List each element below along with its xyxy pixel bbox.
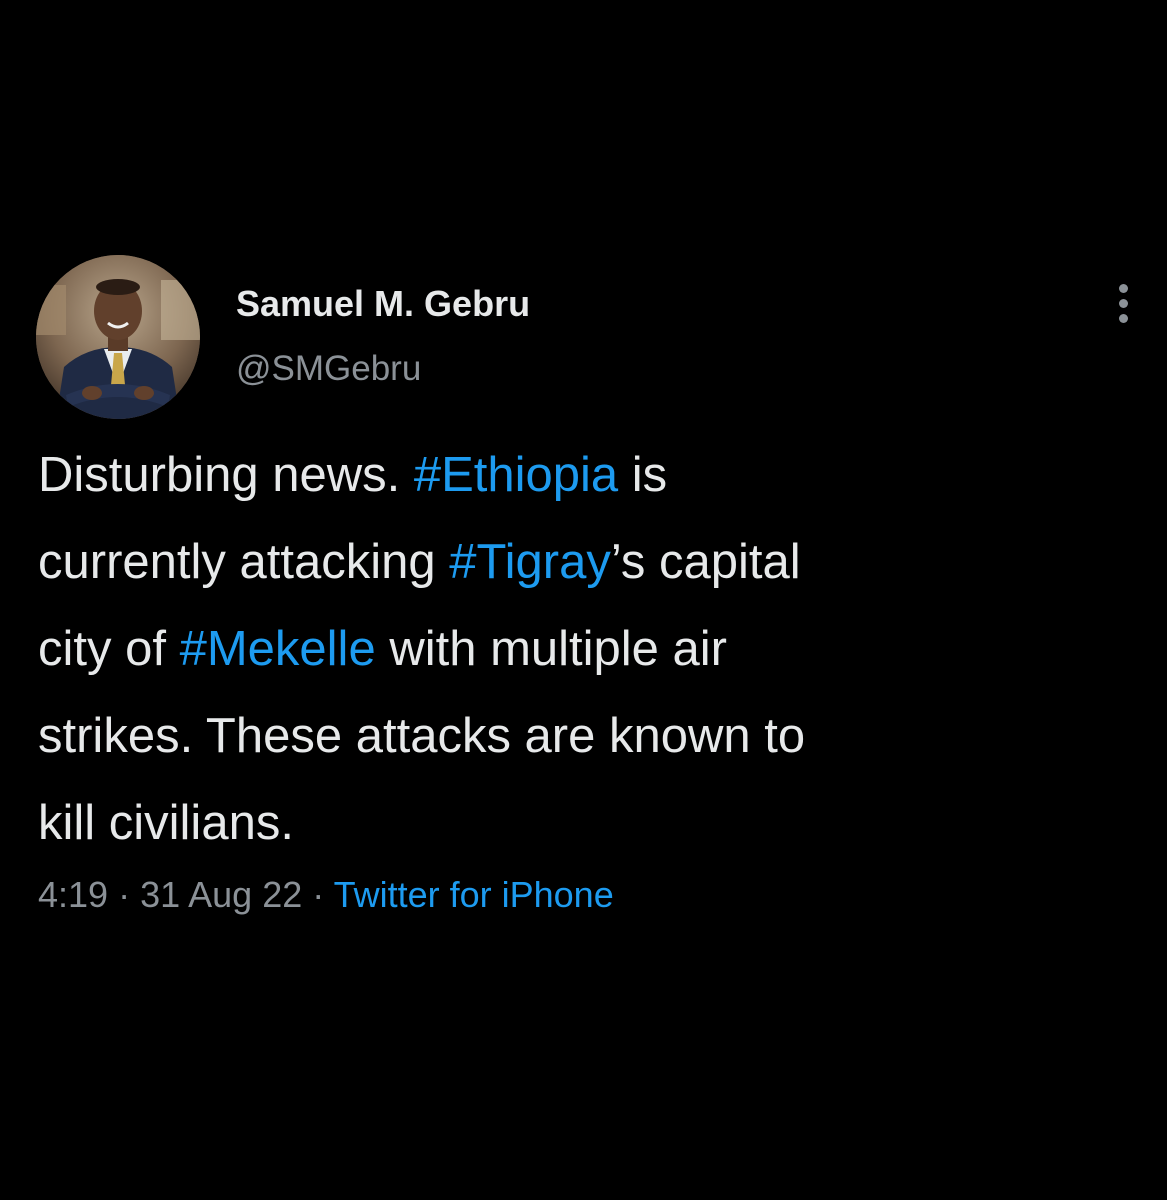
tweet-text-line: Disturbing news. #Ethiopia is [38,432,1138,519]
tweet-meta: 4:19 · 31 Aug 22 · Twitter for iPhone [38,874,614,916]
tweet-date[interactable]: 31 Aug 22 [140,874,302,915]
tweet-text: Disturbing news. #Ethiopia is currently a… [38,432,1138,867]
tweet-text-segment: city of [38,622,180,676]
more-vertical-icon-dot [1119,299,1128,308]
tweet-text-line: kill civilians. [38,780,1138,867]
tweet-text-line: strikes. These attacks are known to [38,693,1138,780]
tweet-text-segment: strikes. These attacks are known to [38,709,806,763]
hashtag-link[interactable]: #Mekelle [180,622,376,676]
tweet-text-segment: with multiple air [375,622,727,676]
more-options-button[interactable] [1108,282,1140,326]
avatar[interactable] [36,255,200,419]
tweet-text-segment: Disturbing news. [38,448,414,502]
tweet-text-segment: is [618,448,668,502]
tweet-text-line: city of #Mekelle with multiple air [38,606,1138,693]
tweet-text-line: currently attacking #Tigray’s capital [38,519,1138,606]
tweet-source-link[interactable]: Twitter for iPhone [334,874,614,915]
tweet-text-segment: ’s capital [610,535,801,589]
display-name[interactable]: Samuel M. Gebru [236,283,530,325]
tweet-card: Samuel M. Gebru @SMGebru Disturbing news… [0,0,1167,1200]
more-vertical-icon [1119,284,1128,293]
meta-separator: · [302,874,334,915]
tweet-time[interactable]: 4:19 [38,874,108,915]
more-vertical-icon-dot [1119,314,1128,323]
tweet-text-segment: currently attacking [38,535,450,589]
user-handle[interactable]: @SMGebru [236,349,421,389]
hashtag-link[interactable]: #Tigray [449,535,611,589]
tweet-text-segment: kill civilians. [38,796,294,850]
profile-photo [36,255,200,419]
meta-separator: · [108,874,141,915]
hashtag-link[interactable]: #Ethiopia [414,448,618,502]
